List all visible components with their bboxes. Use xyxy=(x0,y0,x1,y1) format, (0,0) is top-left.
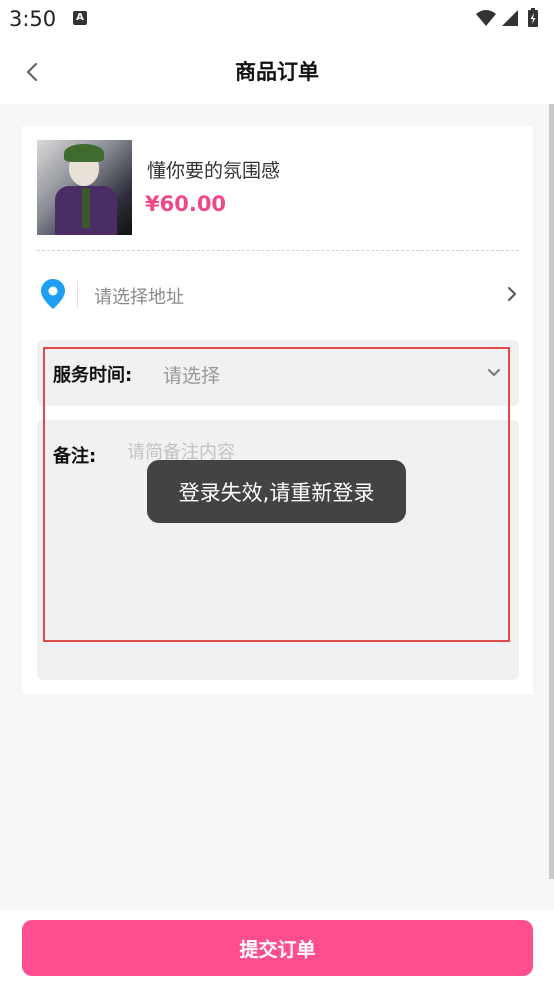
wifi-icon xyxy=(476,10,496,26)
product-price: ¥60.00 xyxy=(145,192,227,216)
app-notification-icon: A xyxy=(73,11,87,25)
status-bar: 3:50 A xyxy=(0,0,554,40)
address-placeholder: 请选择地址 xyxy=(94,287,184,308)
service-time-label: 服务时间: xyxy=(53,365,133,386)
product-name: 懂你要的氛围感 xyxy=(147,160,281,182)
signal-icon xyxy=(502,10,518,26)
status-icons xyxy=(474,8,544,30)
bottom-bar: 提交订单 xyxy=(0,910,554,984)
toast-message: 登录失效,请重新登录 xyxy=(178,480,375,505)
remark-label: 备注: xyxy=(53,446,97,467)
scrollbar[interactable] xyxy=(549,104,554,879)
service-time-select[interactable]: 服务时间: 请选择 xyxy=(37,340,519,406)
divider xyxy=(37,250,519,251)
chevron-right-icon xyxy=(508,287,516,301)
service-time-value: 请选择 xyxy=(163,365,221,387)
remark-section: 备注: xyxy=(37,420,519,680)
address-separator xyxy=(77,281,78,309)
toast: 登录失效,请重新登录 xyxy=(147,460,406,523)
address-selector[interactable]: 请选择地址 xyxy=(37,272,519,318)
nav-bar: 商品订单 xyxy=(0,40,554,104)
battery-charging-icon xyxy=(528,8,538,27)
page-title: 商品订单 xyxy=(235,60,319,84)
submit-order-button[interactable]: 提交订单 xyxy=(22,920,533,976)
location-pin-icon xyxy=(41,279,65,309)
product-image xyxy=(37,140,132,235)
status-time: 3:50 xyxy=(9,7,57,31)
chevron-down-icon xyxy=(488,369,500,376)
order-card: 懂你要的氛围感 ¥60.00 请选择地址 服务时间: 请选择 备注: xyxy=(22,126,533,694)
